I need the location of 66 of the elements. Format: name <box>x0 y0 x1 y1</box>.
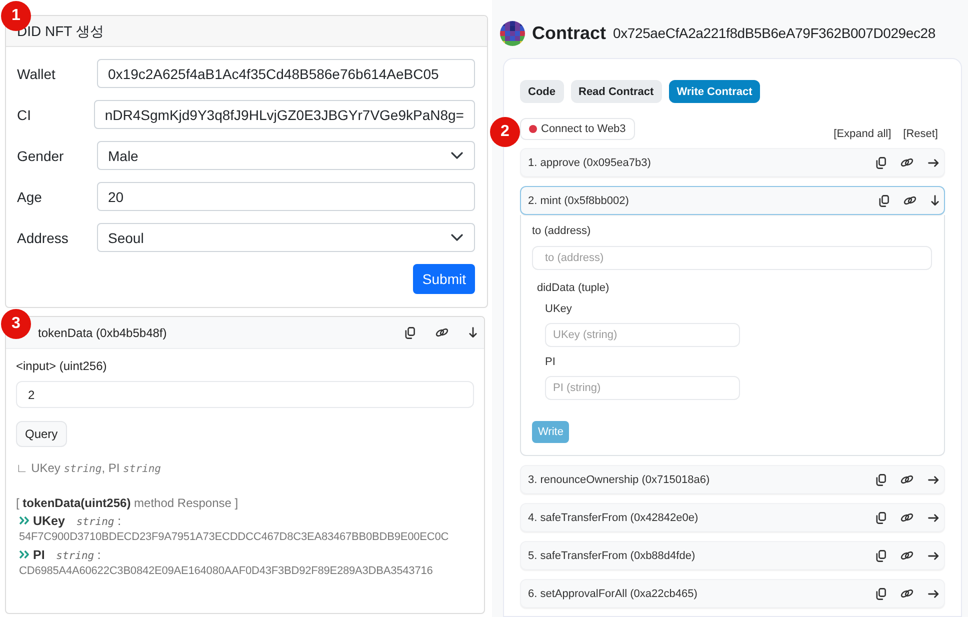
arrow-right-icon[interactable] <box>928 158 939 166</box>
field-label: Wallet <box>17 66 56 82</box>
callout-badge: 2 <box>490 117 520 147</box>
copy-icon[interactable] <box>876 550 886 562</box>
parameter-label: didData (tuple) <box>537 282 610 295</box>
chevron-down-icon <box>451 152 463 159</box>
field-label: Age <box>17 188 43 204</box>
link-icon[interactable] <box>903 195 917 206</box>
double-chevron-icon <box>19 550 30 559</box>
identicon-icon <box>500 20 525 46</box>
submit-button[interactable]: Submit <box>413 264 475 294</box>
toolbar-link[interactable]: [Expand all] <box>834 128 892 140</box>
parameter-label: PI <box>545 356 556 369</box>
link-icon[interactable] <box>435 327 449 338</box>
select-field[interactable]: Seoul <box>97 223 475 252</box>
select-field[interactable]: Male <box>97 141 475 170</box>
copy-icon[interactable] <box>879 194 889 206</box>
tab[interactable]: Write Contract <box>668 80 760 103</box>
chevron-down-icon <box>451 234 463 241</box>
field-label: Address <box>17 230 70 246</box>
arrow-down-icon[interactable] <box>931 195 939 206</box>
input-field[interactable]: 0x19c2A625f4aB1Ac4f35Cd48B586e76b614AeBC05 <box>97 59 475 88</box>
input-field[interactable]: nDR4SgmKjd9Y3q8fJ9HLvjGZ0E3JBGYr7VGe9kPaN8g= <box>94 100 475 129</box>
function-header[interactable]: 4. safeTransferFrom (0x42842e0e) <box>520 503 945 532</box>
contract-address: 0x725aeCfA2a221f8dB5B6eA79F362B007D029ec28 <box>613 25 936 41</box>
arrow-right-icon[interactable] <box>928 552 939 560</box>
arrow-right-icon[interactable] <box>928 476 939 484</box>
function-header[interactable]: 3. renounceOwnership (0x715018a6) <box>520 465 945 494</box>
response-title: [ tokenData(uint256) method Response ] <box>16 495 238 512</box>
parameter-label: to (address) <box>532 225 591 238</box>
arrow-down-icon[interactable] <box>469 327 477 338</box>
result-value: CD6985A4A60622C3B0842E09AE164080AAF0D43F3BD92F89E289A3DBA3543716 <box>19 564 433 579</box>
copy-icon[interactable] <box>876 156 886 168</box>
input-field[interactable]: 20 <box>97 182 475 211</box>
double-chevron-icon <box>19 516 30 525</box>
link-icon[interactable] <box>900 157 914 168</box>
query-button[interactable]: Query <box>16 421 67 447</box>
function-header[interactable]: 5. safeTransferFrom (0xb88d4fde) <box>520 541 945 570</box>
field-label: CI <box>17 106 32 122</box>
copy-icon[interactable] <box>876 474 886 486</box>
copy-icon[interactable] <box>405 326 415 338</box>
result-name: UKey string : <box>33 514 121 528</box>
parameter-label: UKey <box>545 303 572 316</box>
parameter-label: <input> (uint256) <box>16 359 107 374</box>
function-header[interactable]: 1. approve (0x095ea7b3) <box>520 148 945 177</box>
arrow-right-icon[interactable] <box>928 590 939 598</box>
copy-icon[interactable] <box>876 588 886 600</box>
field-label: Gender <box>17 148 65 164</box>
function-header[interactable]: 6. setApprovalForAll (0xa22cb465) <box>520 579 945 608</box>
callout-badge: 3 <box>1 309 31 339</box>
tab[interactable]: Read Contract <box>570 80 662 103</box>
output-types: ∟ UKey string, PI string <box>16 461 161 476</box>
link-icon[interactable] <box>900 588 914 599</box>
result-name: PI string : <box>33 548 101 562</box>
connect-button[interactable]: Connect to Web3 <box>520 118 635 140</box>
link-icon[interactable] <box>900 474 914 485</box>
copy-icon[interactable] <box>876 512 886 524</box>
toolbar-link[interactable]: [Reset] <box>903 128 938 140</box>
input-field[interactable]: 2 <box>16 381 474 408</box>
tab[interactable]: Code <box>520 80 564 103</box>
result-value: 54F7C900D3710BDECD23F9A7951A73ECDDCC467D8C3EA83467BB0BDB9E00EC0C <box>19 530 449 545</box>
arrow-right-icon[interactable] <box>928 514 939 522</box>
link-icon[interactable] <box>900 550 914 561</box>
contract-title: Contract <box>532 22 606 44</box>
link-icon[interactable] <box>900 512 914 523</box>
function-header[interactable]: 2. mint (0x5f8bb002) <box>520 186 945 215</box>
